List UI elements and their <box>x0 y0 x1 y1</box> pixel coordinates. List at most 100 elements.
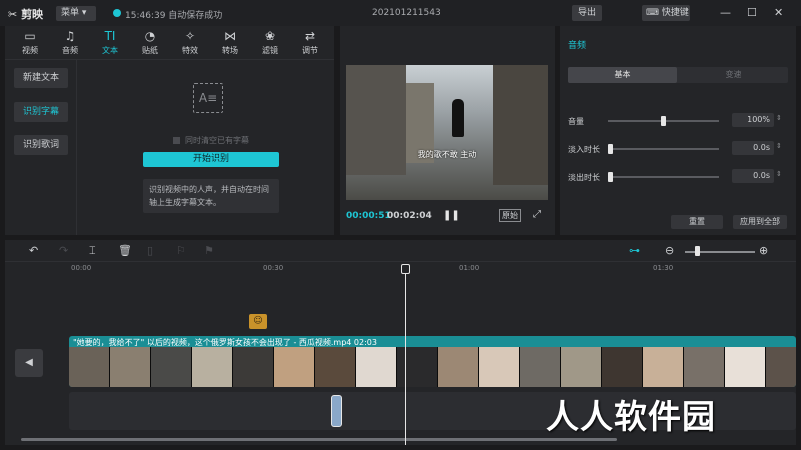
audio-icon: ♫ <box>64 29 76 43</box>
fade-in-slider-thumb[interactable] <box>608 144 613 154</box>
start-recognition-button[interactable]: 开始识别 <box>143 152 279 167</box>
properties-segment: 基本 变速 <box>568 67 788 83</box>
title-bar: ✂ 剪映 菜单 ▾ 15:46:39 自动保存成功 202101211543 导… <box>0 0 801 26</box>
clip-frame <box>151 347 192 387</box>
video-preview[interactable]: 我的歌不敢 主动 <box>346 65 548 200</box>
fullscreen-icon[interactable]: ⤢ <box>533 209 541 220</box>
crop-icon[interactable]: ⚑ <box>204 244 214 257</box>
minimize-icon[interactable]: — <box>720 6 731 19</box>
volume-value[interactable]: 100% <box>732 113 774 127</box>
logo-icon: ✂ <box>8 8 18 21</box>
tab-sticker[interactable]: ◔ 贴纸 <box>131 28 169 58</box>
original-ratio-button[interactable]: 原始 <box>499 209 521 222</box>
volume-slider[interactable] <box>608 116 719 126</box>
video-clip[interactable]: "她要的，我给不了" 以后的视频，这个俄罗斯女孩不会出现了 - 西瓜视频.mp4… <box>69 336 796 387</box>
clip-frame <box>602 347 643 387</box>
sticker-clip[interactable]: ☺ <box>249 314 267 329</box>
clip-frame <box>274 347 315 387</box>
video-icon: ▭ <box>24 29 36 43</box>
playhead-handle[interactable] <box>401 264 410 274</box>
close-icon[interactable]: ✕ <box>774 6 783 19</box>
menu-button[interactable]: 菜单 ▾ <box>56 6 96 21</box>
transition-icon: ⋈ <box>224 29 236 43</box>
duration: 00:02:04 <box>387 211 432 221</box>
sticker-icon: ◔ <box>144 29 156 43</box>
fade-out-stepper[interactable]: ⇕ <box>776 170 782 178</box>
clear-subtitles-checkbox[interactable] <box>173 137 180 144</box>
freeze-icon[interactable]: ▯ <box>147 244 153 257</box>
fade-out-slider-thumb[interactable] <box>608 172 613 182</box>
tab-label: 特效 <box>182 46 198 55</box>
pause-icon[interactable]: ❚❚ <box>443 210 460 221</box>
effects-icon: ✧ <box>184 29 196 43</box>
preview-subtitle: 我的歌不敢 主动 <box>417 150 477 159</box>
media-panel: ▭ 视频 ♫ 音频 TI 文本 ◔ 贴纸 ✧ 特效 ⋈ 转场 ❀ 滤镜 ⇄ 调节 新建文本 识别… <box>5 26 334 235</box>
tab-label: 转场 <box>222 46 238 55</box>
snap-icon[interactable]: ⊶ <box>629 244 640 257</box>
clip-frame <box>233 347 274 387</box>
reset-button[interactable]: 重置 <box>671 215 723 229</box>
timeline-scrollbar[interactable] <box>21 438 617 441</box>
split-icon[interactable]: ⌶ <box>89 244 96 258</box>
properties-panel: 音频 基本 变速 音量 100% ⇕ 淡入时长 0.0s ⇕ 淡出时长 0.0s… <box>560 26 796 235</box>
audio-clip[interactable] <box>331 395 342 427</box>
fade-in-slider[interactable] <box>608 144 719 154</box>
properties-title: 音频 <box>568 41 587 51</box>
fade-out-label: 淡出时长 <box>568 173 600 182</box>
clip-thumbnails <box>69 347 796 387</box>
redo-icon[interactable]: ↷ <box>59 244 68 257</box>
recognize-text-icon: A≡ <box>193 83 223 113</box>
tab-label: 视频 <box>22 46 38 55</box>
hotkey-button[interactable]: ⌨ 快捷键 <box>642 5 690 21</box>
tab-label: 文本 <box>102 46 118 55</box>
sidebar-item-new-text[interactable]: 新建文本 <box>14 68 68 88</box>
mirror-icon[interactable]: ⚐ <box>176 244 186 257</box>
save-status: 15:46:39 自动保存成功 <box>125 11 223 21</box>
clip-frame <box>356 347 397 387</box>
adjust-icon: ⇄ <box>304 29 316 43</box>
tab-adjust[interactable]: ⇄ 调节 <box>291 28 329 58</box>
current-time: 00:00:51 <box>346 211 391 221</box>
tab-filter[interactable]: ❀ 滤镜 <box>251 28 289 58</box>
watermark-text: 人人软件园 <box>546 397 716 436</box>
zoom-in-icon[interactable]: ⊕ <box>759 244 768 257</box>
apply-all-button[interactable]: 应用到全部 <box>733 215 787 229</box>
clip-frame <box>479 347 520 387</box>
export-button[interactable]: 导出 <box>572 5 602 21</box>
undo-icon[interactable]: ↶ <box>29 244 38 257</box>
tab-effects[interactable]: ✧ 特效 <box>171 28 209 58</box>
maximize-icon[interactable]: ☐ <box>747 6 757 19</box>
sidebar-item-recognize-lyrics[interactable]: 识别歌词 <box>14 135 68 155</box>
volume-stepper[interactable]: ⇕ <box>776 114 782 122</box>
tab-audio[interactable]: ♫ 音频 <box>51 28 89 58</box>
zoom-out-icon[interactable]: ⊖ <box>665 244 674 257</box>
clip-frame <box>397 347 438 387</box>
keyboard-icon: ⌨ <box>646 8 659 18</box>
clip-frame <box>561 347 602 387</box>
tab-speed[interactable]: 变速 <box>679 67 788 83</box>
fade-in-value[interactable]: 0.0s <box>732 141 774 155</box>
tab-transition[interactable]: ⋈ 转场 <box>211 28 249 58</box>
tab-basic[interactable]: 基本 <box>568 67 677 83</box>
fade-in-stepper[interactable]: ⇕ <box>776 142 782 150</box>
clip-frame <box>110 347 151 387</box>
clear-subtitles-label: 同时清空已有字幕 <box>185 136 249 145</box>
volume-slider-thumb[interactable] <box>661 116 666 126</box>
tab-video[interactable]: ▭ 视频 <box>11 28 49 58</box>
tab-text[interactable]: TI 文本 <box>91 28 129 58</box>
playhead[interactable] <box>405 264 406 445</box>
zoom-slider-thumb[interactable] <box>695 246 701 256</box>
clip-frame <box>643 347 684 387</box>
sidebar-item-recognize-subtitles[interactable]: 识别字幕 <box>14 102 68 122</box>
menu-label: 菜单 <box>61 8 80 18</box>
clip-frame <box>520 347 561 387</box>
ruler-label: 00:00 <box>71 264 92 272</box>
hotkey-label: 快捷键 <box>661 8 689 18</box>
preview-person <box>452 99 464 137</box>
fade-out-slider[interactable] <box>608 172 719 182</box>
volume-label: 音量 <box>568 117 584 126</box>
delete-icon[interactable]: 🗑 <box>118 244 132 257</box>
fade-out-value[interactable]: 0.0s <box>732 169 774 183</box>
mute-track-icon[interactable]: ◀ <box>15 349 43 377</box>
media-tabs: ▭ 视频 ♫ 音频 TI 文本 ◔ 贴纸 ✧ 特效 ⋈ 转场 ❀ 滤镜 ⇄ 调节 <box>5 26 334 60</box>
